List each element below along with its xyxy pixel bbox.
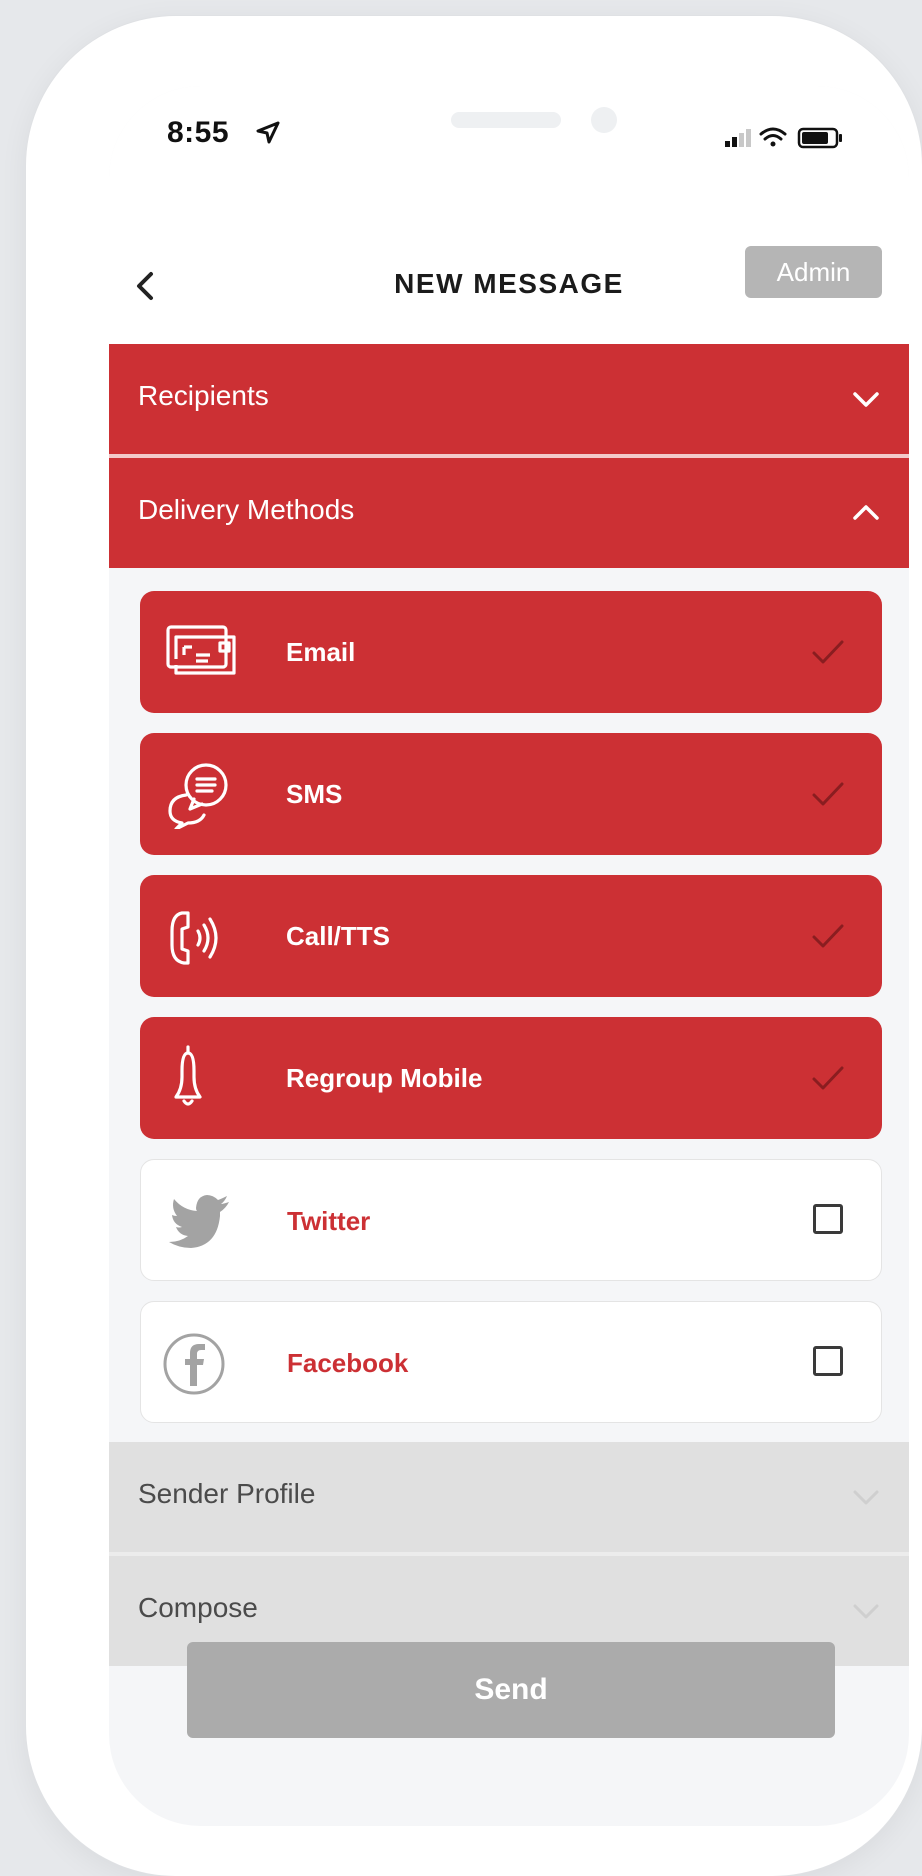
status-bar: 8:55	[109, 86, 909, 206]
phone-frame: 8:55 NEW MESSAGE Admin Recipients Delive…	[26, 16, 922, 1876]
method-label: Email	[286, 637, 356, 667]
recipients-label: Recipients	[138, 380, 269, 411]
sender-profile-label: Sender Profile	[138, 1478, 316, 1509]
status-time: 8:55	[167, 116, 230, 149]
method-label: Regroup Mobile	[286, 1063, 483, 1093]
system-status-icons	[725, 124, 849, 155]
method-label: Call/TTS	[286, 921, 391, 951]
compose-label: Compose	[138, 1592, 258, 1623]
cellular-signal-icon	[725, 129, 751, 147]
bell-icon	[174, 1045, 202, 1106]
checkmark-icon	[812, 782, 844, 806]
send-button[interactable]: Send	[187, 1642, 835, 1738]
recipients-section-header[interactable]: Recipients	[109, 344, 909, 454]
delivery-methods-section-header[interactable]: Delivery Methods	[109, 458, 909, 568]
front-camera	[591, 107, 617, 133]
checkbox[interactable]	[813, 1346, 843, 1376]
admin-button[interactable]: Admin	[745, 246, 882, 298]
speaker-grille	[451, 112, 561, 128]
sender-profile-section-header[interactable]: Sender Profile	[109, 1442, 909, 1552]
checkmark-icon	[812, 924, 844, 948]
navigation-bar: NEW MESSAGE Admin	[109, 206, 909, 344]
chevron-down-icon	[853, 392, 879, 407]
wifi-icon	[759, 127, 787, 147]
battery-icon	[797, 127, 842, 149]
location-arrow-icon	[255, 120, 281, 151]
delivery-methods-label: Delivery Methods	[138, 494, 355, 525]
checkmark-icon	[812, 640, 844, 664]
method-regroup-mobile[interactable]: Regroup Mobile	[140, 1017, 882, 1139]
method-twitter[interactable]: Twitter	[140, 1159, 882, 1281]
method-email[interactable]: Email	[140, 591, 882, 713]
chevron-up-icon	[853, 505, 879, 520]
chevron-down-icon	[853, 1604, 879, 1619]
twitter-icon	[169, 1195, 229, 1248]
chat-bubbles-icon	[168, 763, 228, 829]
method-sms[interactable]: SMS	[140, 733, 882, 855]
phone-call-icon	[170, 911, 218, 965]
app-screen: 8:55 NEW MESSAGE Admin Recipients Delive…	[109, 86, 909, 1826]
method-label: Facebook	[287, 1348, 409, 1378]
checkbox[interactable]	[813, 1204, 843, 1234]
email-icon	[166, 625, 236, 675]
chevron-down-icon	[853, 1490, 879, 1505]
checkmark-icon	[812, 1066, 844, 1090]
method-label: SMS	[286, 779, 343, 809]
method-label: Twitter	[287, 1206, 371, 1236]
method-call-tts[interactable]: Call/TTS	[140, 875, 882, 997]
facebook-icon	[163, 1333, 225, 1395]
method-facebook[interactable]: Facebook	[140, 1301, 882, 1423]
